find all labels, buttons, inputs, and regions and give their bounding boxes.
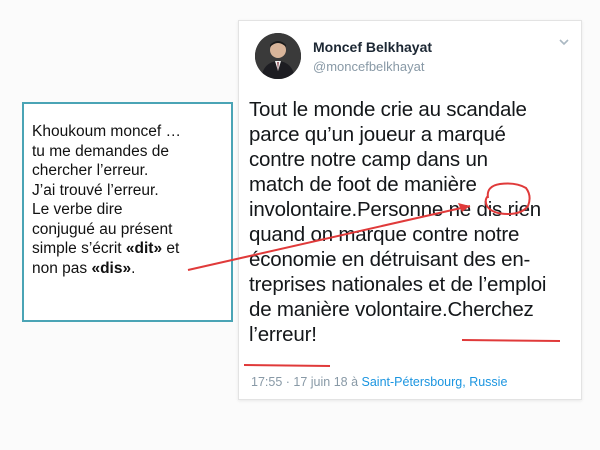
note-bold-dit: «dit» <box>125 240 163 257</box>
note-line: Khoukoum moncef … <box>32 123 182 140</box>
note-line: conjugué au présent <box>32 220 173 238</box>
note-line: simple s’écrit «dit» et <box>32 239 224 259</box>
tweet-line: de manière volontaire.Cherchez <box>249 298 534 321</box>
tweet-line: quand on marque contre notre <box>249 223 520 246</box>
tweet-text: Tout le monde crie au scandale parce qu’… <box>249 97 579 347</box>
tweet-line: l’erreur! <box>249 323 317 346</box>
note-line: J’ai trouvé l’erreur. <box>32 181 159 199</box>
tweet-line: contre notre camp dans un <box>249 148 488 171</box>
note-text: non pas <box>32 259 92 277</box>
tweet-meta: 17:55 · 17 juin 18 à Saint-Pétersbourg, … <box>251 375 507 389</box>
note-line: chercher l’erreur. <box>32 162 149 179</box>
tweet-line: match de foot de manière <box>249 173 477 196</box>
note-text: et <box>162 240 180 257</box>
tweet-author-handle[interactable]: @moncefbelkhayat <box>313 59 424 74</box>
tweet-line: treprises nationales et de l’emploi <box>249 273 547 296</box>
note-text: simple s’écrit <box>32 240 126 257</box>
note-line: Le verbe dire <box>32 201 123 218</box>
tweet-card[interactable]: Moncef Belkhayat @moncefbelkhayat Tout l… <box>238 20 582 400</box>
note-line: tu me demandes de <box>32 142 170 160</box>
tweet-line: involontaire.Personne ne dis rien <box>249 198 541 221</box>
note-line: non pas «dis». <box>32 259 224 279</box>
chevron-down-icon[interactable] <box>557 35 571 49</box>
note-bold-dis: «dis» <box>91 259 132 277</box>
annotation-note: Khoukoum moncef … tu me demandes de cher… <box>22 102 233 322</box>
tweet-timestamp[interactable]: 17:55 · 17 juin 18 à <box>251 375 362 389</box>
tweet-line: parce qu’un joueur a marqué <box>249 123 506 146</box>
tweet-line: économie en détruisant des en- <box>249 248 531 271</box>
screenshot-page: Khoukoum moncef … tu me demandes de cher… <box>0 0 600 450</box>
tweet-author-name[interactable]: Moncef Belkhayat <box>313 39 432 55</box>
avatar[interactable] <box>255 33 301 79</box>
tweet-location-link[interactable]: Saint-Pétersbourg, Russie <box>362 375 508 389</box>
profile-photo-icon <box>255 33 301 79</box>
tweet-line: Tout le monde crie au scandale <box>249 98 527 121</box>
note-text: . <box>131 259 136 277</box>
